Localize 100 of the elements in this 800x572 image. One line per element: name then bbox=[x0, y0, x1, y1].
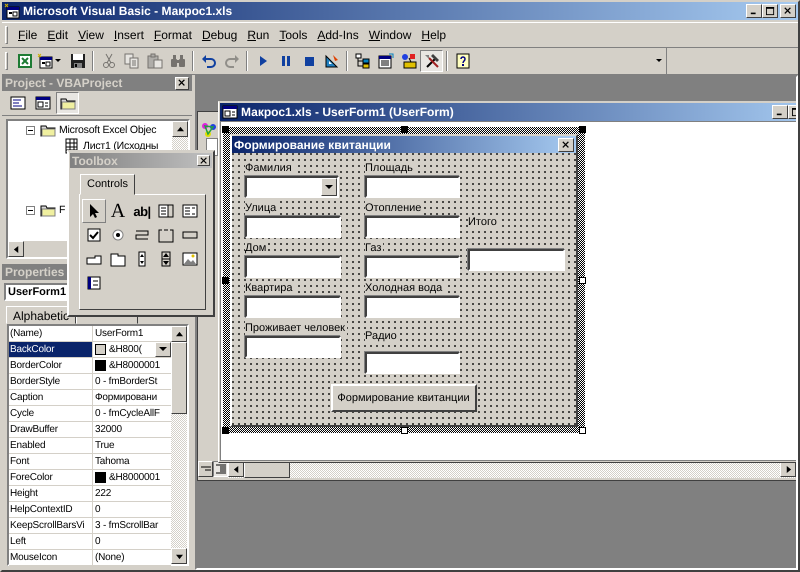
property-value[interactable]: 0 bbox=[93, 534, 171, 549]
dropdown-button[interactable] bbox=[155, 342, 171, 357]
tree-item[interactable]: Лист1 (Исходны bbox=[83, 140, 158, 152]
text-field[interactable] bbox=[365, 352, 460, 374]
maximize-button[interactable] bbox=[762, 4, 778, 18]
menu-item[interactable]: Run bbox=[242, 28, 274, 42]
property-name[interactable]: BorderStyle bbox=[9, 374, 93, 389]
property-name[interactable]: KeepScrollBarsVi bbox=[9, 518, 93, 533]
property-value[interactable]: 222 bbox=[93, 486, 171, 501]
resize-handle[interactable] bbox=[401, 427, 408, 434]
close-button[interactable] bbox=[558, 138, 574, 152]
text-field[interactable] bbox=[245, 296, 341, 318]
combo-box-icon bbox=[158, 203, 174, 219]
menu-item[interactable]: Edit bbox=[42, 28, 74, 42]
property-name[interactable]: (Name) bbox=[9, 326, 93, 341]
combo-box[interactable] bbox=[245, 176, 339, 198]
frame-icon bbox=[158, 227, 174, 243]
resize-handle[interactable] bbox=[222, 427, 229, 434]
property-name[interactable]: Enabled bbox=[9, 438, 93, 453]
property-name[interactable]: Height bbox=[9, 486, 93, 501]
property-value[interactable]: 3 - fmScrollBar bbox=[93, 518, 171, 533]
property-value[interactable]: 0 bbox=[93, 502, 171, 517]
property-name[interactable]: Left bbox=[9, 534, 93, 549]
minimize-button[interactable] bbox=[772, 105, 788, 119]
field-label: Проживает человек bbox=[245, 321, 347, 336]
property-value[interactable]: Tahoma bbox=[93, 454, 171, 469]
property-value[interactable]: &H8000001 bbox=[93, 470, 171, 485]
caret-icon[interactable] bbox=[656, 59, 662, 63]
property-name[interactable]: Cycle bbox=[9, 406, 93, 421]
resize-handle[interactable] bbox=[579, 427, 586, 434]
menu-item[interactable]: Help bbox=[416, 28, 452, 42]
resize-handle[interactable] bbox=[222, 277, 229, 284]
tools-icon bbox=[424, 53, 440, 69]
resize-handle[interactable] bbox=[579, 126, 586, 133]
scroll-thumb[interactable] bbox=[171, 342, 187, 414]
property-value[interactable]: &H800( bbox=[93, 342, 171, 357]
resize-handle[interactable] bbox=[401, 126, 408, 133]
property-value[interactable]: True bbox=[93, 438, 171, 453]
window-title: Макрос1.xls - UserForm1 (UserForm) bbox=[241, 105, 454, 119]
property-name[interactable]: Caption bbox=[9, 390, 93, 405]
property-value[interactable]: 0 - fmBorderSt bbox=[93, 374, 171, 389]
property-name[interactable]: Font bbox=[9, 454, 93, 469]
text-field[interactable] bbox=[468, 249, 565, 271]
property-value[interactable]: 0 - fmCycleAllF bbox=[93, 406, 171, 421]
property-name[interactable]: ForeColor bbox=[9, 470, 93, 485]
caret-icon bbox=[159, 347, 167, 352]
menu-item[interactable]: Add-Ins bbox=[312, 28, 364, 42]
property-name[interactable]: MouseIcon bbox=[9, 550, 93, 565]
resize-handle[interactable] bbox=[222, 126, 229, 133]
tool-button[interactable] bbox=[82, 199, 106, 223]
field-label: Улица bbox=[245, 201, 278, 216]
toolbar-button[interactable] bbox=[420, 50, 443, 72]
module-view-button[interactable] bbox=[213, 461, 228, 477]
vertical-scrollbar[interactable] bbox=[171, 326, 187, 564]
text-field[interactable] bbox=[365, 296, 460, 318]
property-name[interactable]: DrawBuffer bbox=[9, 422, 93, 437]
text-field[interactable] bbox=[365, 256, 460, 278]
window-title: Microsoft Visual Basic - Макрос1.xls bbox=[23, 4, 232, 18]
menu-item[interactable]: Insert bbox=[108, 28, 149, 42]
tree-icon bbox=[354, 53, 370, 69]
property-name[interactable]: HelpContextID bbox=[9, 502, 93, 517]
menu-item[interactable]: File bbox=[13, 28, 42, 42]
tool-button[interactable]: ab| bbox=[130, 199, 154, 223]
tree-item[interactable]: F bbox=[59, 204, 66, 216]
text-field[interactable] bbox=[245, 336, 341, 358]
property-name[interactable]: BackColor bbox=[9, 342, 93, 357]
property-value[interactable]: Формировани bbox=[93, 390, 171, 405]
form-button[interactable]: Формирование квитанции bbox=[330, 384, 476, 412]
property-value[interactable]: &H8000001 bbox=[93, 358, 171, 373]
close-button[interactable] bbox=[780, 4, 796, 18]
menu-item[interactable]: View bbox=[73, 28, 109, 42]
property-name[interactable]: BorderColor bbox=[9, 358, 93, 373]
menu-item[interactable]: Tools bbox=[274, 28, 312, 42]
tool-button[interactable]: A bbox=[106, 199, 130, 223]
property-value[interactable]: (None) bbox=[93, 550, 171, 565]
text-field[interactable] bbox=[365, 216, 460, 238]
close-button[interactable] bbox=[175, 76, 189, 90]
expander[interactable] bbox=[26, 206, 35, 214]
property-value[interactable]: 32000 bbox=[93, 422, 171, 437]
text-field[interactable] bbox=[365, 176, 460, 198]
resize-handle[interactable] bbox=[579, 277, 586, 284]
form-icon bbox=[4, 3, 20, 19]
form-icon bbox=[37, 53, 53, 69]
toolbar-button[interactable] bbox=[56, 92, 79, 114]
close-button[interactable] bbox=[197, 155, 210, 166]
menu-item[interactable]: Window bbox=[364, 28, 416, 42]
menu-item[interactable]: Debug bbox=[196, 28, 242, 42]
redo-icon bbox=[224, 53, 240, 69]
tab[interactable]: Controls bbox=[80, 174, 135, 195]
form-icon bbox=[34, 95, 50, 111]
selection-frame[interactable]: Формирование квитанции Фамилия Улица Дом Квартира Проживает человек Площадь Отопление Газ Холодная вода Радио Итого Формирование квитанции bbox=[223, 127, 585, 433]
text-field[interactable] bbox=[245, 216, 341, 238]
form-icon bbox=[222, 104, 238, 120]
expander[interactable] bbox=[26, 126, 35, 134]
property-value[interactable]: UserForm1 bbox=[93, 326, 171, 341]
procedure-view-button[interactable] bbox=[198, 461, 213, 477]
tree-item[interactable]: Microsoft Excel Objec bbox=[59, 124, 156, 136]
text-field[interactable] bbox=[245, 256, 341, 278]
menu-item[interactable]: Format bbox=[148, 28, 197, 42]
minimize-button[interactable] bbox=[746, 4, 762, 18]
